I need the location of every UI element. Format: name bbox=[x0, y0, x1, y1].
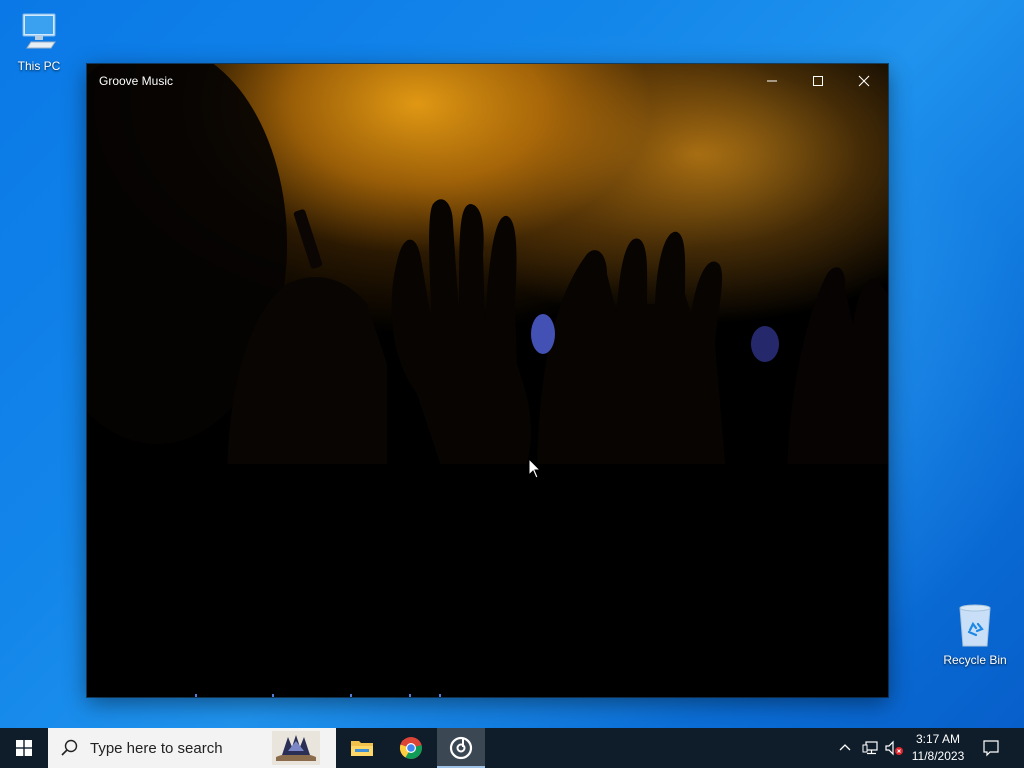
computer-icon bbox=[7, 10, 71, 57]
desktop-icon-this-pc[interactable]: This PC bbox=[7, 10, 71, 73]
close-button[interactable] bbox=[841, 64, 887, 98]
groove-music-icon bbox=[449, 736, 473, 760]
taskbar-clock[interactable]: 3:17 AM 11/8/2023 bbox=[898, 731, 978, 765]
file-explorer-icon bbox=[351, 741, 373, 756]
window-title-bar[interactable]: Groove Music bbox=[87, 64, 888, 98]
desktop-icon-label: This PC bbox=[17, 59, 61, 73]
desktop-icon-label: Recycle Bin bbox=[943, 653, 1007, 667]
show-hidden-icons-chevron-icon[interactable] bbox=[838, 741, 852, 755]
taskbar: Type here to search 3:17 AM 11/8/2023 bbox=[0, 728, 1024, 768]
minimize-button[interactable] bbox=[749, 64, 795, 98]
search-placeholder: Type here to search bbox=[90, 739, 223, 757]
maximize-icon bbox=[813, 76, 823, 86]
taskbar-file-explorer[interactable] bbox=[338, 728, 386, 768]
taskbar-search-box[interactable]: Type here to search bbox=[48, 728, 336, 768]
desktop: This PC Recycle Bin Groove Music bbox=[0, 0, 1024, 728]
maximize-button[interactable] bbox=[795, 64, 841, 98]
mouse-cursor-icon bbox=[528, 458, 542, 479]
groove-music-window[interactable]: Groove Music bbox=[87, 64, 888, 697]
desktop-icon-recycle-bin[interactable]: Recycle Bin bbox=[943, 602, 1007, 667]
loading-indicator bbox=[87, 693, 888, 697]
search-highlight-image bbox=[272, 731, 320, 765]
recycle-bin-icon bbox=[943, 602, 1007, 651]
taskbar-chrome[interactable] bbox=[387, 728, 435, 768]
now-playing-background-art bbox=[87, 64, 888, 697]
windows-logo-icon bbox=[16, 740, 32, 756]
clock-time: 3:17 AM bbox=[915, 732, 961, 746]
clock-date: 11/8/2023 bbox=[911, 749, 965, 763]
search-icon bbox=[61, 739, 78, 756]
notifications-icon[interactable] bbox=[982, 739, 1000, 757]
start-button[interactable] bbox=[0, 728, 48, 768]
minimize-icon bbox=[767, 80, 777, 82]
close-icon bbox=[858, 75, 870, 87]
taskbar-groove-music[interactable] bbox=[437, 728, 485, 768]
window-title: Groove Music bbox=[99, 74, 174, 88]
network-icon[interactable] bbox=[862, 740, 880, 756]
chrome-icon bbox=[399, 737, 422, 759]
